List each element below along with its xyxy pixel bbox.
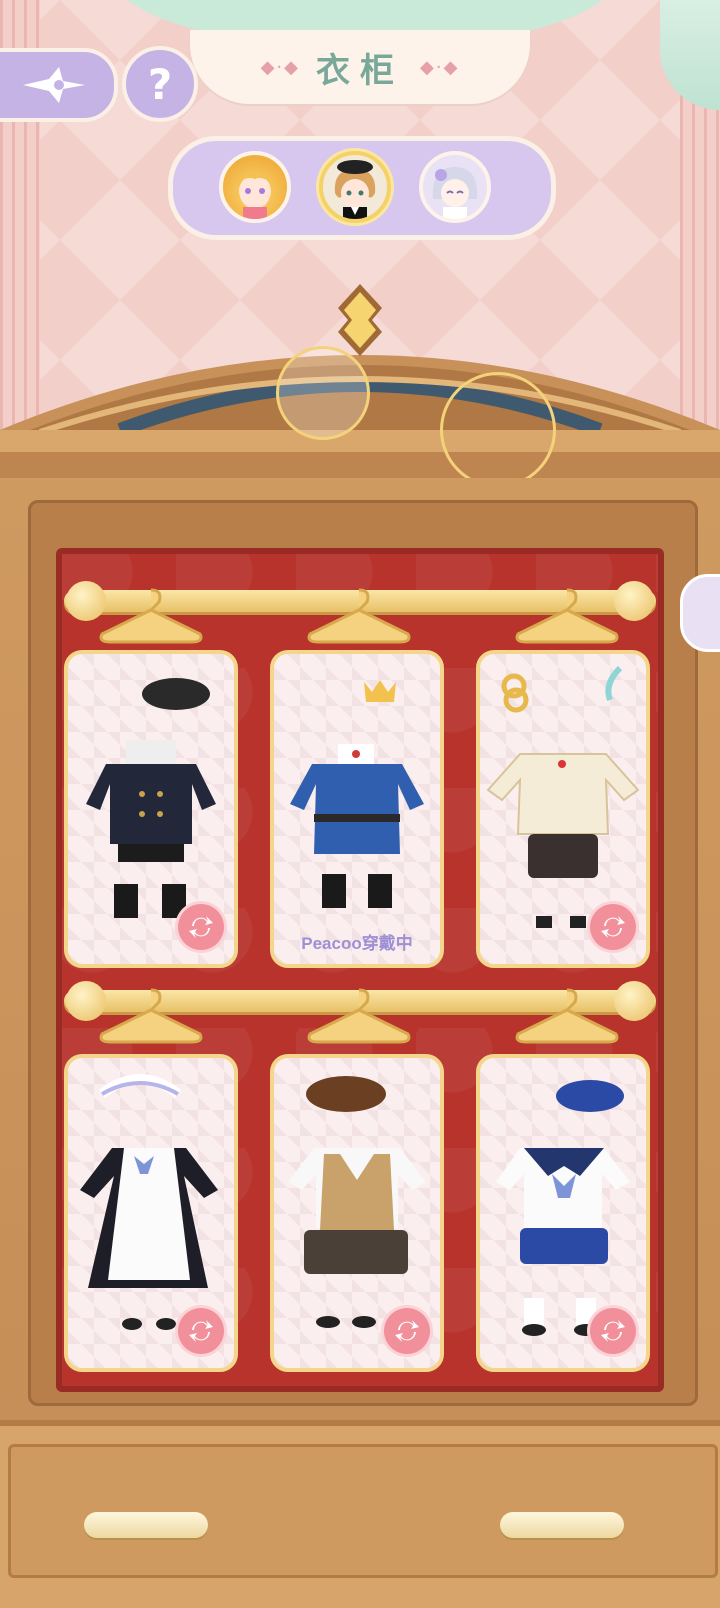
hanger-icon <box>515 588 619 644</box>
refresh-icon <box>189 916 213 938</box>
sparkle-ring-right <box>440 372 556 488</box>
star-back-icon <box>23 67 85 103</box>
hanger-icon <box>99 588 203 644</box>
sparkle-ring-left <box>276 346 370 440</box>
blonde-girl-avatar[interactable] <box>219 151 291 223</box>
help-button[interactable]: ? <box>122 46 198 122</box>
outfit-card-blue-prince[interactable]: Peacoo穿戴中 <box>270 650 444 968</box>
outfit-card-sailor[interactable] <box>476 1054 650 1372</box>
title-deco-left: ◆·◆ <box>260 56 300 78</box>
refresh-icon <box>189 1320 213 1342</box>
curtain-right <box>660 0 720 110</box>
hanger-icon <box>99 988 203 1044</box>
hanger-icon <box>307 588 411 644</box>
title-deco-right: ◆·◆ <box>420 56 460 78</box>
swap-outfit-button[interactable] <box>590 904 636 950</box>
outfit-card-maid[interactable] <box>64 1054 238 1372</box>
refresh-icon <box>601 1320 625 1342</box>
drawer-handle-left <box>84 1512 208 1538</box>
refresh-icon <box>601 916 625 938</box>
peacoo-face-icon <box>334 160 376 219</box>
outfit-card-school-vest[interactable] <box>270 1054 444 1372</box>
drawer-handle-right <box>500 1512 624 1538</box>
back-button[interactable] <box>0 48 118 122</box>
character-selector <box>168 136 556 240</box>
hanger-icon <box>515 988 619 1044</box>
wearing-status-label: Peacoo穿戴中 <box>301 934 413 953</box>
title-banner: ◆·◆ 衣柜 ◆·◆ <box>190 30 530 104</box>
outfit-card-cream-chinese[interactable] <box>476 650 650 968</box>
refresh-icon <box>395 1320 419 1342</box>
swap-outfit-button[interactable] <box>384 1308 430 1354</box>
silver-hair-face-icon <box>432 167 478 219</box>
blue-prince-outfit-icon <box>290 680 424 908</box>
swap-outfit-button[interactable] <box>178 904 224 950</box>
swap-outfit-button[interactable] <box>590 1308 636 1354</box>
hanger-icon <box>307 988 411 1044</box>
blonde-girl-face-icon <box>237 174 273 219</box>
outfit-card-black-military[interactable] <box>64 650 238 968</box>
side-toggle-button[interactable] <box>680 574 720 652</box>
silver-hair-avatar[interactable] <box>419 151 491 223</box>
page-title: 衣柜 <box>316 50 404 91</box>
swap-outfit-button[interactable] <box>178 1308 224 1354</box>
drawer-panel <box>8 1444 718 1578</box>
peacoo-avatar[interactable] <box>319 151 391 223</box>
